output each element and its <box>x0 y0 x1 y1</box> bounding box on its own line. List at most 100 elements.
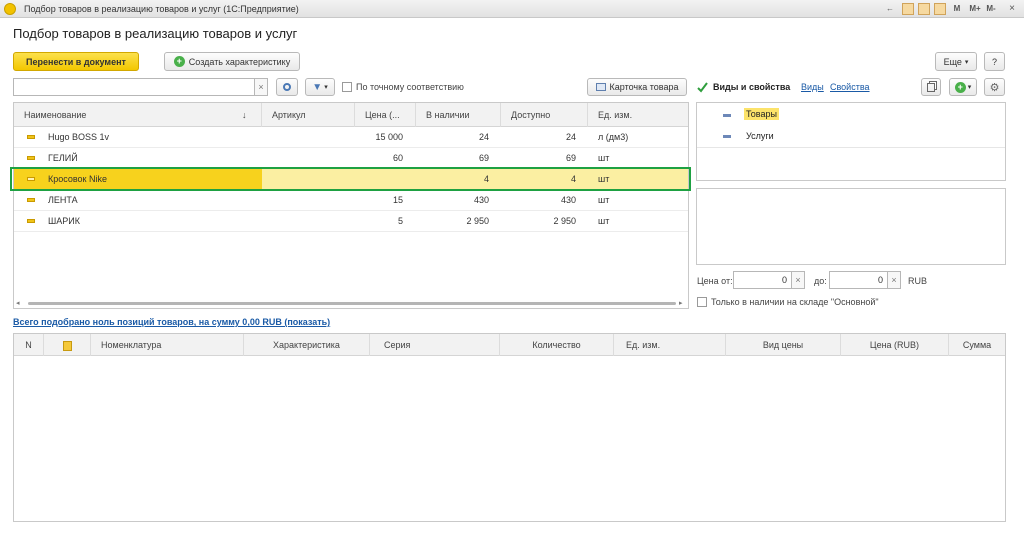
card-icon <box>595 83 606 91</box>
cell-price: 15 <box>392 195 403 205</box>
copy-button[interactable] <box>921 78 941 96</box>
tree-item-services[interactable]: Услуги <box>746 131 774 141</box>
cell-instock: 2 950 <box>466 216 489 226</box>
selected-goods-table: N Номенклатура Характеристика Серия Коли… <box>13 333 1006 522</box>
tree-divider <box>697 147 1005 148</box>
scroll-left-icon[interactable]: ◂ <box>16 299 20 307</box>
search-icon <box>283 83 291 91</box>
properties-link[interactable]: Свойства <box>830 82 870 92</box>
filter-icon: ▼ <box>312 81 323 93</box>
page-title: Подбор товаров в реализацию товаров и ус… <box>13 26 298 41</box>
settings-button[interactable]: ⚙ <box>984 78 1005 96</box>
search-input[interactable] <box>13 78 255 96</box>
cell-unit: шт <box>598 195 610 205</box>
selected-goods-header: N Номенклатура Характеристика Серия Коли… <box>14 334 1005 356</box>
col-n-header[interactable]: N <box>14 334 44 356</box>
cell-price: 5 <box>397 216 403 226</box>
calculator-icon[interactable] <box>918 3 930 15</box>
cell-available: 430 <box>560 195 576 205</box>
plus-circle-icon: + <box>173 56 185 67</box>
table-row[interactable]: ШАРИК 5 2 950 2 950 шт <box>14 211 688 232</box>
cell-unit: шт <box>598 153 610 163</box>
only-in-stock-checkbox[interactable] <box>697 297 707 307</box>
cell-available: 2 950 <box>553 216 576 226</box>
cell-name: ГЕЛИЙ <box>48 153 78 163</box>
kinds-props-checkbox[interactable] <box>697 82 708 93</box>
tree-item-icon <box>723 114 731 117</box>
close-window-button[interactable]: × <box>1004 2 1020 15</box>
col-unit-header[interactable]: Ед. изм. <box>614 334 726 356</box>
exact-match-checkbox[interactable] <box>342 82 352 92</box>
item-icon <box>27 198 35 202</box>
col-nomenclature-header[interactable]: Номенклатура <box>91 334 244 356</box>
table-row[interactable]: ЛЕНТА 15 430 430 шт <box>14 190 688 211</box>
cell-name: ЛЕНТА <box>48 195 78 205</box>
price-to-clear-button[interactable]: × <box>887 271 901 289</box>
col-sum-header[interactable]: Сумма <box>949 334 1005 356</box>
search-button[interactable] <box>276 78 298 96</box>
col-icon-header[interactable] <box>44 334 91 356</box>
price-from-clear-button[interactable]: × <box>791 271 805 289</box>
window-title: Подбор товаров в реализацию товаров и ус… <box>24 4 299 14</box>
cell-name: Hugo BOSS 1v <box>48 132 110 142</box>
selected-summary-link[interactable]: Всего подобрано ноль позиций товаров, на… <box>13 317 330 327</box>
col-price-rub-header[interactable]: Цена (RUB) <box>841 334 949 356</box>
item-icon <box>27 156 35 160</box>
document-icon <box>62 340 72 351</box>
search-clear-button[interactable]: × <box>254 78 268 96</box>
scroll-right-icon[interactable]: ▸ <box>679 299 683 307</box>
col-name-label: Наименование <box>24 110 87 120</box>
price-from-input[interactable]: 0 <box>733 271 792 289</box>
cell-unit: л (дм3) <box>598 132 629 142</box>
price-to-label: до: <box>814 276 827 286</box>
currency-label: RUB <box>908 276 928 286</box>
transfer-to-document-button[interactable]: Перенести в документ <box>13 52 139 71</box>
col-price-header[interactable]: Цена (... <box>355 103 416 127</box>
add-property-button[interactable]: + ▾ <box>949 78 977 96</box>
chevron-down-icon: ▾ <box>967 84 972 91</box>
cell-name: ШАРИК <box>48 216 80 226</box>
create-characteristic-button[interactable]: + Создать характеристику <box>164 52 300 71</box>
col-name-header[interactable]: Наименование ↓ <box>14 103 262 127</box>
col-series-header[interactable]: Серия <box>370 334 500 356</box>
cell-available: 24 <box>565 132 576 142</box>
app-logo-icon <box>4 3 16 15</box>
filter-button[interactable]: ▼ ▾ <box>305 78 335 96</box>
col-quantity-header[interactable]: Количество <box>500 334 614 356</box>
product-card-button[interactable]: Карточка товара <box>587 78 687 96</box>
cell-instock: 430 <box>473 195 489 205</box>
cell-price: 60 <box>392 153 403 163</box>
checkmark-icon <box>697 82 708 93</box>
price-from-label: Цена от: <box>697 276 733 286</box>
notes-icon[interactable] <box>934 3 946 15</box>
price-to-input[interactable]: 0 <box>829 271 888 289</box>
col-unit-header[interactable]: Ед. изм. <box>588 103 688 127</box>
col-available-header[interactable]: Доступно <box>501 103 588 127</box>
cell-unit: шт <box>598 216 610 226</box>
col-article-header[interactable]: Артикул <box>262 103 355 127</box>
help-button[interactable]: ? <box>984 52 1005 71</box>
plus-circle-icon: + <box>954 81 966 93</box>
table-row[interactable]: ГЕЛИЙ 60 69 69 шт <box>14 148 688 169</box>
item-icon <box>27 219 35 223</box>
col-instock-header[interactable]: В наличии <box>416 103 501 127</box>
more-button[interactable]: Еще ▾ <box>935 52 977 71</box>
memory-minus-button[interactable]: M- <box>984 3 998 15</box>
cell-price: 15 000 <box>375 132 403 142</box>
col-price-kind-header[interactable]: Вид цены <box>726 334 841 356</box>
memory-plus-button[interactable]: M+ <box>968 3 982 15</box>
calendar-icon[interactable] <box>902 3 914 15</box>
tree-item-goods[interactable]: Товары <box>744 108 779 120</box>
memory-m-button[interactable]: M <box>952 3 962 15</box>
copy-icon <box>927 82 935 92</box>
scrollbar-thumb[interactable] <box>28 302 676 305</box>
chevron-down-icon: ▾ <box>324 84 328 91</box>
col-characteristic-header[interactable]: Характеристика <box>244 334 370 356</box>
back-icon[interactable]: ← <box>884 3 896 15</box>
goods-table-scrollbar[interactable]: ◂ ▸ <box>14 299 688 307</box>
table-row[interactable]: Hugo BOSS 1v 15 000 24 24 л (дм3) <box>14 127 688 148</box>
cell-instock: 24 <box>478 132 489 142</box>
kinds-props-label: Виды и свойства <box>713 82 791 92</box>
product-card-label: Карточка товара <box>609 82 679 92</box>
kinds-link[interactable]: Виды <box>801 82 824 92</box>
